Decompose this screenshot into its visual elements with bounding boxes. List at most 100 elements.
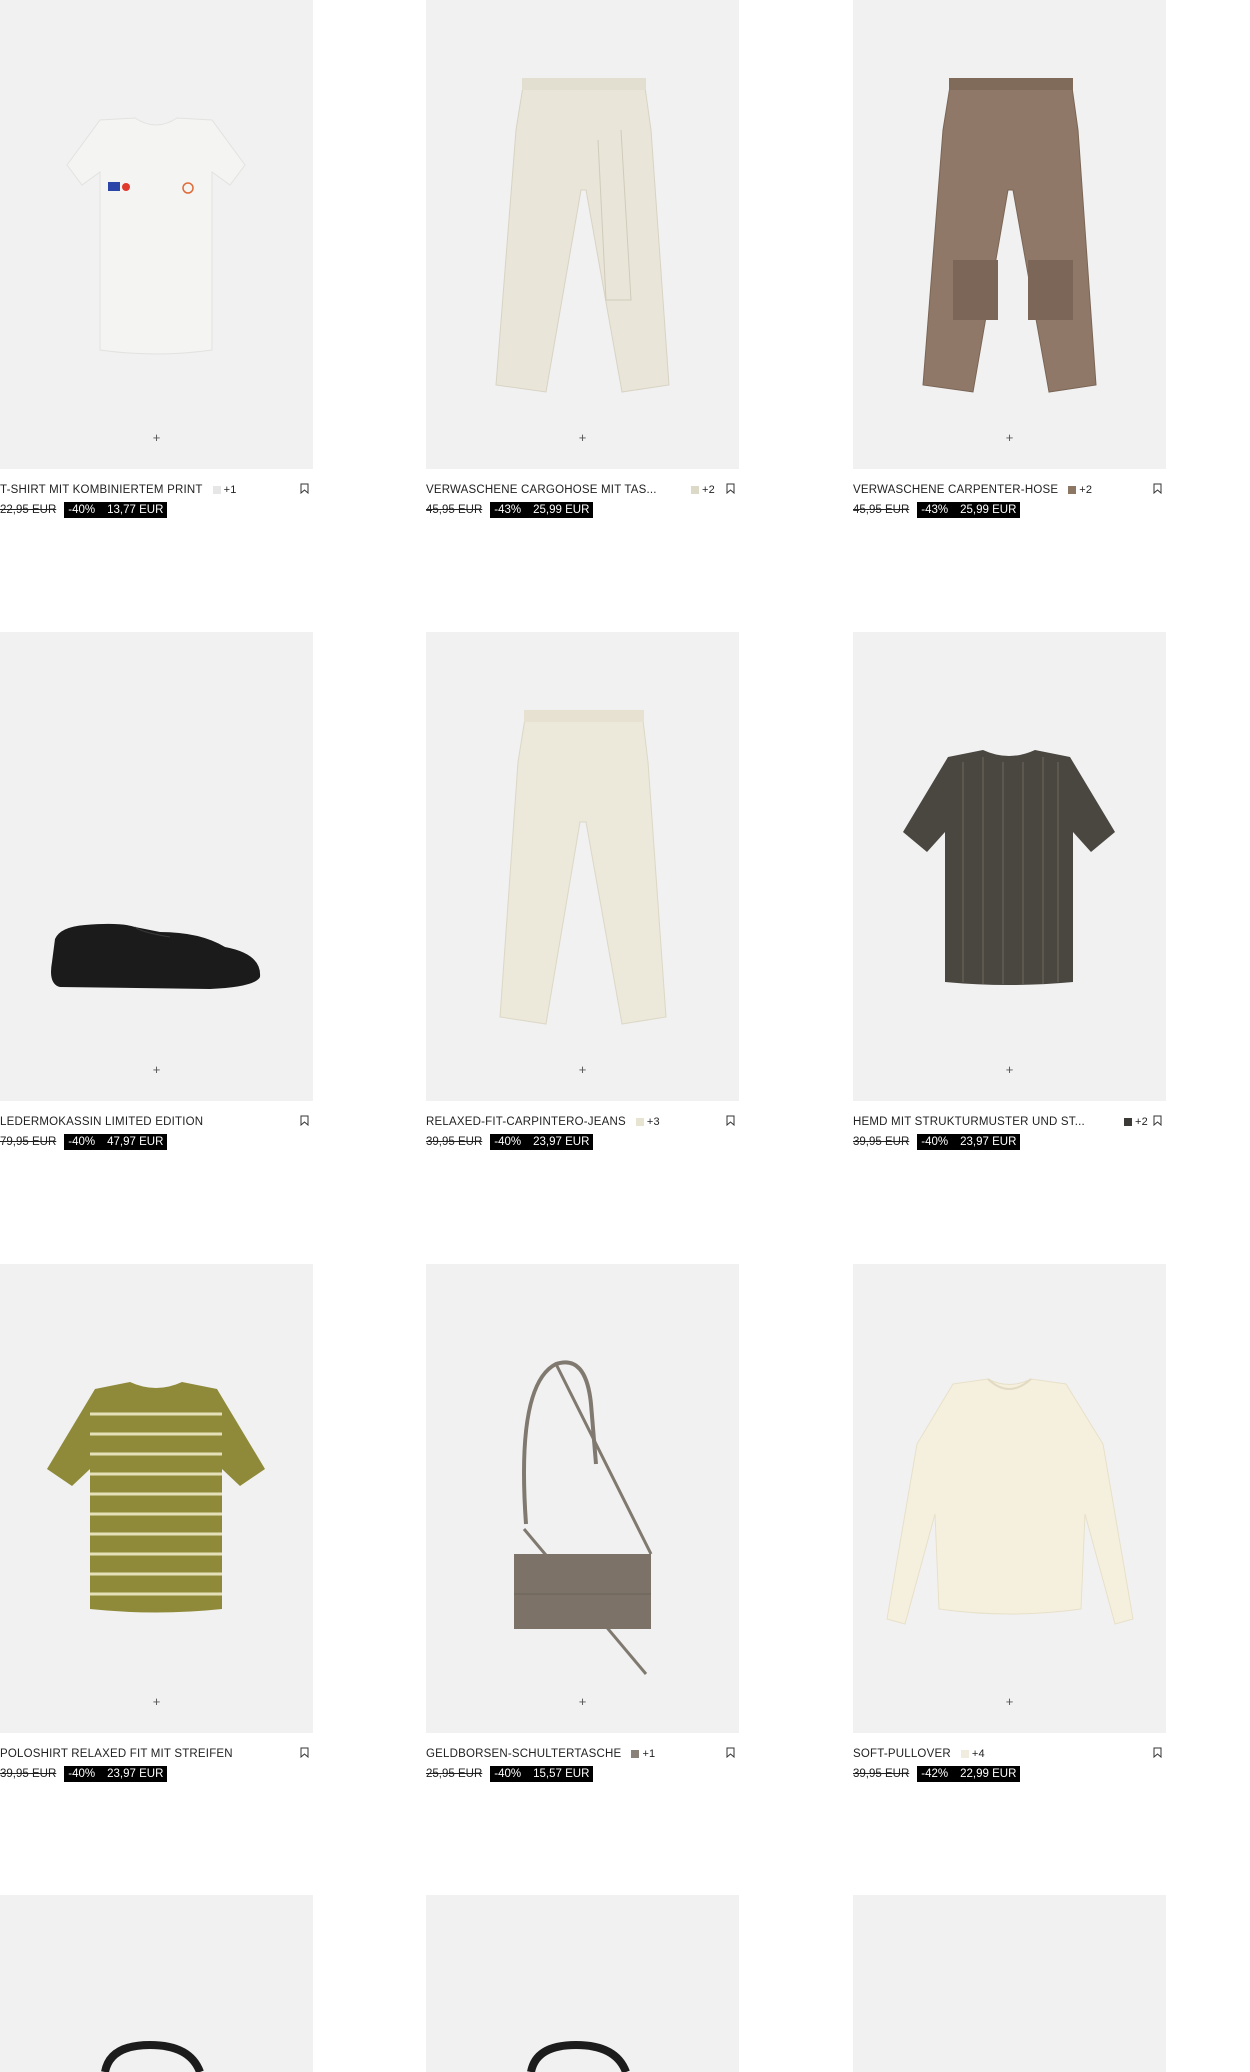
- add-to-cart-button[interactable]: +: [573, 1691, 593, 1711]
- product-image[interactable]: +: [0, 632, 313, 1101]
- product-name[interactable]: VERWASCHENE CARPENTER-HOSE: [853, 484, 1058, 496]
- old-price: 39,95 EUR: [853, 1768, 910, 1780]
- bookmark-icon[interactable]: [300, 1747, 309, 1758]
- bookmark-icon[interactable]: [1153, 483, 1162, 494]
- price-row: 22,95 EUR -40% 13,77 EUR: [0, 501, 168, 519]
- product-card[interactable]: + SOFT-PULLOVER +4 39,95 EUR -42% 22,99 E…: [853, 1264, 1166, 1783]
- old-price: 45,95 EUR: [853, 504, 910, 516]
- product-card[interactable]: + T-SHIRT MIT KOMBINIERTEM PRINT +1 22,9…: [0, 0, 313, 519]
- add-to-cart-button[interactable]: +: [147, 1059, 167, 1079]
- color-swatches[interactable]: +3: [635, 1116, 660, 1128]
- bookmark-icon[interactable]: [726, 1115, 735, 1126]
- product-card[interactable]: + LEDERMOKASSIN LIMITED EDITION 79,95 EU…: [0, 632, 313, 1151]
- price-row: 39,95 EUR -42% 22,99 EUR: [853, 1765, 1021, 1783]
- new-price: 25,99 EUR: [960, 504, 1017, 516]
- color-swatches[interactable]: +1: [631, 1748, 655, 1760]
- discount-percent: -40%: [494, 1136, 522, 1148]
- product-meta: LEDERMOKASSIN LIMITED EDITION 79,95 EUR …: [0, 1101, 313, 1151]
- plus-icon: +: [578, 429, 587, 445]
- add-to-cart-button[interactable]: +: [147, 427, 167, 447]
- bag-image: [514, 1360, 653, 1675]
- product-card[interactable]: + VERWASCHENE CARPENTER-HOSE +2 45,95 EU…: [853, 0, 1166, 519]
- product-name[interactable]: POLOSHIRT RELAXED FIT MIT STREIFEN: [0, 1748, 233, 1760]
- product-image[interactable]: +: [853, 632, 1166, 1101]
- product-name[interactable]: GELDBÖRSEN-SCHULTERTASCHE: [426, 1748, 621, 1760]
- sale-badge: -40% 23,97 EUR: [917, 1134, 1021, 1150]
- product-name[interactable]: LEDERMOKASSIN LIMITED EDITION: [0, 1116, 203, 1128]
- sale-badge: -40% 13,77 EUR: [64, 502, 168, 518]
- bookmark-icon[interactable]: [726, 483, 735, 494]
- color-swatch[interactable]: [960, 1750, 969, 1758]
- bookmark-icon[interactable]: [1153, 1747, 1162, 1758]
- add-to-cart-button[interactable]: +: [147, 1691, 167, 1711]
- product-card[interactable]: + VERWASCHENE CARGOHOSE MIT TAS... +2 45…: [426, 0, 739, 519]
- product-image[interactable]: [0, 1895, 313, 2072]
- new-price: 47,97 EUR: [107, 1136, 164, 1148]
- plus-icon: +: [1005, 1693, 1014, 1709]
- more-colors-count: +1: [223, 484, 237, 496]
- color-swatch[interactable]: [1068, 486, 1077, 494]
- product-name[interactable]: RELAXED-FIT-CARPINTERO-JEANS: [426, 1116, 626, 1128]
- add-to-cart-button[interactable]: +: [573, 427, 593, 447]
- bookmark-icon[interactable]: [300, 1115, 309, 1126]
- color-swatch[interactable]: [631, 1750, 640, 1758]
- product-card[interactable]: [426, 1895, 739, 2072]
- plus-icon: +: [152, 1061, 161, 1077]
- color-swatch[interactable]: [691, 486, 700, 494]
- add-to-cart-button[interactable]: +: [573, 1059, 593, 1079]
- product-meta: POLOSHIRT RELAXED FIT MIT STREIFEN 39,95…: [0, 1733, 313, 1783]
- new-price: 15,57 EUR: [533, 1768, 590, 1780]
- new-price: 23,97 EUR: [107, 1768, 164, 1780]
- bookmark-icon[interactable]: [1153, 1115, 1162, 1126]
- product-meta: T-SHIRT MIT KOMBINIERTEM PRINT +1 22,95 …: [0, 469, 313, 519]
- color-swatches[interactable]: +2: [1124, 1116, 1148, 1128]
- plus-icon: +: [1005, 1061, 1014, 1077]
- product-image[interactable]: +: [426, 0, 739, 469]
- product-name[interactable]: T-SHIRT MIT KOMBINIERTEM PRINT: [0, 484, 203, 496]
- product-card[interactable]: + GELDBÖRSEN-SCHULTERTASCHE +1 25,95 EUR…: [426, 1264, 739, 1783]
- more-colors-count: +4: [971, 1748, 985, 1760]
- product-card[interactable]: + RELAXED-FIT-CARPINTERO-JEANS +3 39,95 …: [426, 632, 739, 1151]
- add-to-cart-button[interactable]: +: [1000, 427, 1020, 447]
- add-to-cart-button[interactable]: +: [1000, 1691, 1020, 1711]
- add-to-cart-button[interactable]: +: [1000, 1059, 1020, 1079]
- color-swatch[interactable]: [635, 1118, 644, 1126]
- price-row: 79,95 EUR -40% 47,97 EUR: [0, 1133, 168, 1151]
- product-image[interactable]: [426, 1895, 739, 2072]
- jeans-image: [499, 710, 667, 1025]
- color-swatch[interactable]: [212, 486, 221, 494]
- price-row: 39,95 EUR -40% 23,97 EUR: [0, 1765, 168, 1783]
- product-card[interactable]: [853, 1895, 1166, 2072]
- color-swatches[interactable]: +1: [212, 484, 237, 496]
- product-image[interactable]: +: [0, 0, 313, 469]
- old-price: 22,95 EUR: [0, 504, 57, 516]
- product-name[interactable]: SOFT-PULLOVER: [853, 1748, 951, 1760]
- bookmark-icon[interactable]: [300, 483, 309, 494]
- sale-badge: -40% 23,97 EUR: [490, 1134, 594, 1150]
- product-image[interactable]: +: [853, 0, 1166, 469]
- price-row: 45,95 EUR -43% 25,99 EUR: [853, 501, 1021, 519]
- plus-icon: +: [152, 1693, 161, 1709]
- product-card[interactable]: + POLOSHIRT RELAXED FIT MIT STREIFEN 39,…: [0, 1264, 313, 1783]
- product-card[interactable]: + HEMD MIT STRUKTURMUSTER UND ST... +2 3…: [853, 632, 1166, 1151]
- color-swatches[interactable]: +2: [1068, 484, 1092, 496]
- bookmark-icon[interactable]: [726, 1747, 735, 1758]
- sale-badge: -42% 22,99 EUR: [917, 1766, 1021, 1782]
- product-image[interactable]: [853, 1895, 1166, 2072]
- product-image[interactable]: +: [426, 632, 739, 1101]
- color-swatch[interactable]: [1124, 1118, 1133, 1126]
- product-name[interactable]: VERWASCHENE CARGOHOSE MIT TAS...: [426, 484, 657, 496]
- product-image[interactable]: +: [853, 1264, 1166, 1733]
- product-meta: VERWASCHENE CARGOHOSE MIT TAS... +2 45,9…: [426, 469, 739, 519]
- carpenter-pants-image: [922, 78, 1097, 393]
- product-image[interactable]: +: [426, 1264, 739, 1733]
- product-name[interactable]: HEMD MIT STRUKTURMUSTER UND ST...: [853, 1116, 1085, 1128]
- discount-percent: -40%: [68, 1136, 96, 1148]
- product-image[interactable]: +: [0, 1264, 313, 1733]
- old-price: 39,95 EUR: [426, 1136, 483, 1148]
- bag-strap-image: [527, 2040, 630, 2072]
- color-swatches[interactable]: +4: [960, 1748, 985, 1760]
- product-card[interactable]: [0, 1895, 313, 2072]
- color-swatches[interactable]: +2: [691, 484, 715, 496]
- price-row: 25,95 EUR -40% 15,57 EUR: [426, 1765, 594, 1783]
